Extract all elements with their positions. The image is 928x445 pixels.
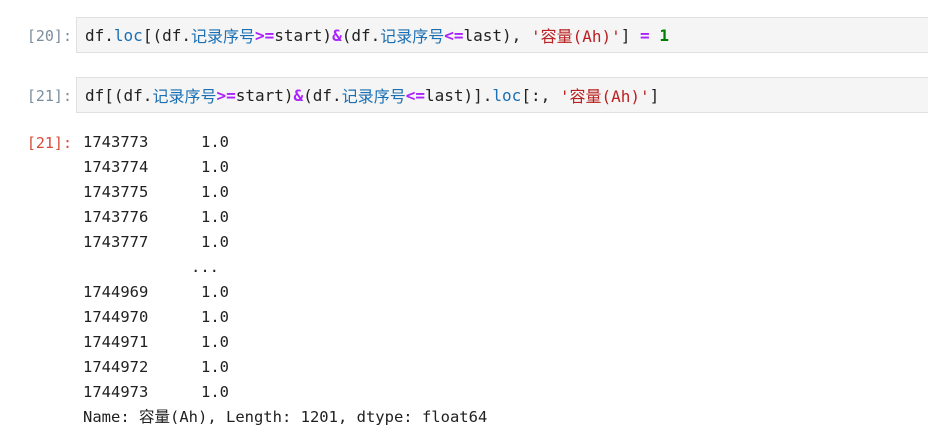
series-row: 1744973 1.0	[83, 380, 487, 405]
code-token: '容量(Ah)'	[559, 87, 650, 106]
series-row: 1744972 1.0	[83, 355, 487, 380]
series-value: 1.0	[201, 383, 229, 401]
code-token: <=	[444, 25, 464, 45]
code-token: '容量(Ah)'	[530, 27, 621, 46]
series-row: 1744969 1.0	[83, 280, 487, 305]
series-row: 1743777 1.0	[83, 230, 487, 255]
code-token: df.	[85, 25, 114, 45]
code-token: >=	[216, 85, 236, 105]
truncation-ellipsis: ...	[191, 258, 219, 276]
code-token: 记录序号	[190, 27, 255, 46]
input-prompt: [21]:	[26, 87, 72, 105]
code-token: ]	[620, 25, 641, 45]
code-token: 1	[659, 25, 669, 45]
code-token: ]	[649, 85, 660, 105]
series-value: 1.0	[201, 283, 229, 301]
code-token: df[(df.	[85, 85, 153, 105]
series-value: 1.0	[201, 133, 229, 151]
code-cell-20[interactable]: [20]: df. loc [(df. 记录序号 >= start) & (df. 记录序号 <=…	[0, 17, 928, 57]
code-token: start)	[274, 25, 333, 45]
code-input[interactable]: df[(df. 记录序号 >= start) & (df. 记录序号 <= last)]. loc…	[76, 77, 928, 113]
code-token: =	[640, 25, 650, 45]
code-token: 记录序号	[341, 87, 406, 106]
series-row: 1743775 1.0	[83, 180, 487, 205]
code-token: last)].	[424, 85, 493, 105]
code-token: 记录序号	[152, 87, 217, 106]
code-token: loc	[492, 85, 522, 105]
code-cell-21[interactable]: [21]: df[(df. 记录序号 >= start) & (df. 记录序号 <= last…	[0, 77, 928, 117]
code-token: last),	[463, 25, 531, 45]
code-token: [:,	[521, 85, 560, 105]
series-index: 1743775	[83, 183, 149, 201]
code-token: >=	[255, 25, 275, 45]
code-token: <=	[405, 85, 425, 105]
code-token: [(df.	[142, 25, 191, 45]
code-token: &	[332, 25, 342, 45]
series-value: 1.0	[201, 158, 229, 176]
code-token: (df.	[341, 25, 381, 45]
series-value: 1.0	[201, 183, 229, 201]
series-value: 1.0	[201, 208, 229, 226]
input-prompt: [20]:	[26, 27, 72, 45]
output-prompt: [21]:	[26, 134, 72, 152]
series-value: 1.0	[201, 358, 229, 376]
series-value: 1.0	[201, 233, 229, 251]
series-row: 1743774 1.0	[83, 155, 487, 180]
series-row: 1743773 1.0	[83, 130, 487, 155]
code-token: &	[293, 85, 304, 105]
code-token: (df.	[303, 85, 342, 105]
series-index: 1744973	[83, 383, 149, 401]
series-index: 1743773	[83, 133, 149, 151]
code-input[interactable]: df. loc [(df. 记录序号 >= start) & (df. 记录序号 <= last),…	[76, 17, 928, 53]
code-token: 记录序号	[380, 27, 445, 46]
output-area: 1743773 1.0 1743774 1.0 1743775 1.0 1743776 1.0…	[83, 130, 487, 430]
series-row: 1743776 1.0	[83, 205, 487, 230]
series-row: 1744970 1.0	[83, 305, 487, 330]
series-index: 1744971	[83, 333, 149, 351]
series-index: 1744969	[83, 283, 149, 301]
series-value: 1.0	[201, 333, 229, 351]
code-token: start)	[235, 85, 294, 105]
series-index: 1743774	[83, 158, 149, 176]
series-index: 1743777	[83, 233, 149, 251]
series-index: 1744970	[83, 308, 149, 326]
series-row: 1744971 1.0	[83, 330, 487, 355]
series-value: 1.0	[201, 308, 229, 326]
code-token: loc	[113, 25, 143, 45]
series-footer: Name: 容量(Ah), Length: 1201, dtype: float…	[83, 408, 488, 426]
series-index: 1743776	[83, 208, 149, 226]
series-index: 1744972	[83, 358, 149, 376]
